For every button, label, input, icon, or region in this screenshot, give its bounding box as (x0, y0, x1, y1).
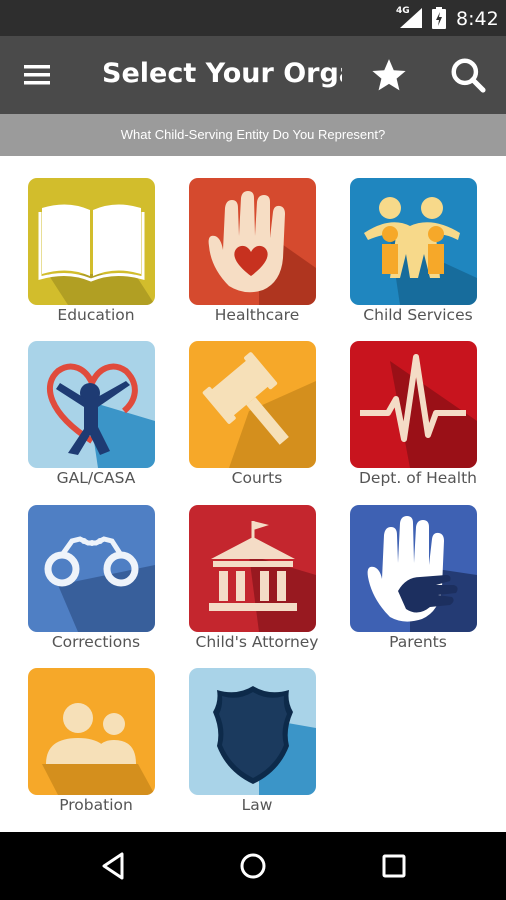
signal-icon (400, 8, 422, 28)
hand-heart-icon (189, 178, 316, 305)
clock: 8:42 (456, 8, 499, 30)
search-icon[interactable] (449, 56, 487, 94)
org-tile-corrections[interactable]: Corrections (16, 483, 176, 651)
org-tile-child-services[interactable]: Child Services (338, 156, 498, 324)
org-tile-dept-of-health[interactable]: Dept. of Health (338, 319, 498, 487)
handcuffs-icon (28, 505, 155, 632)
menu-icon[interactable] (22, 61, 58, 89)
back-icon[interactable] (92, 846, 132, 886)
org-tile-courts[interactable]: Courts (177, 319, 337, 487)
child-heart-icon (28, 341, 155, 468)
recents-icon[interactable] (374, 846, 414, 886)
battery-icon (432, 7, 446, 29)
app-bar: Select Your Orga... (0, 36, 506, 114)
org-tile-gal-casa[interactable]: GAL/CASA (16, 319, 176, 487)
book-icon (28, 178, 155, 305)
family-icon (350, 178, 477, 305)
star-icon[interactable] (370, 56, 408, 94)
system-nav-bar (0, 832, 506, 900)
heartbeat-icon (350, 341, 477, 468)
badge-icon (189, 668, 316, 795)
home-icon[interactable] (233, 846, 273, 886)
org-label: Law (241, 796, 273, 814)
org-tile-probation[interactable]: Probation (16, 646, 176, 814)
hands-icon (350, 505, 477, 632)
org-tile-healthcare[interactable]: Healthcare (177, 156, 337, 324)
status-bar: 4G 8:42 (0, 0, 506, 36)
organization-grid: Education Healthcare Child Services GAL/… (0, 156, 506, 832)
people-icon (28, 668, 155, 795)
subheader: What Child-Serving Entity Do You Represe… (0, 114, 506, 156)
org-label: Probation (59, 796, 133, 814)
org-tile-childs-attorney[interactable]: Child's Attorney (177, 483, 337, 651)
org-tile-education[interactable]: Education (16, 156, 176, 324)
gavel-icon (189, 341, 316, 468)
org-tile-law[interactable]: Law (177, 646, 337, 814)
org-label: Parents (389, 633, 447, 651)
org-tile-parents[interactable]: Parents (338, 483, 498, 651)
courthouse-icon (189, 505, 316, 632)
page-title: Select Your Orga... (102, 58, 342, 89)
